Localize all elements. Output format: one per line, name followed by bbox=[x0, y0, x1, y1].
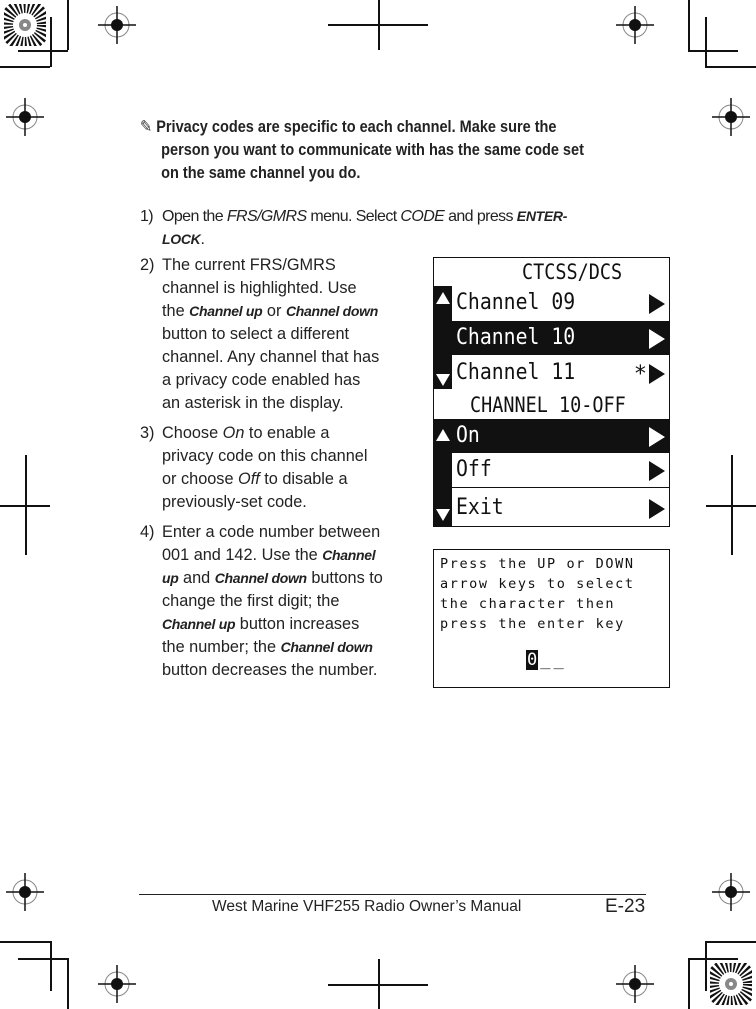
note-pencil-icon: ✎ bbox=[140, 118, 153, 136]
step-text: the bbox=[162, 302, 190, 320]
note-line: Privacy codes are specific to each chann… bbox=[156, 118, 557, 136]
option-name: Off bbox=[238, 470, 260, 488]
registration-mark-icon bbox=[6, 873, 44, 911]
channel-row[interactable]: Channel 11 * bbox=[452, 356, 669, 390]
channel-row[interactable]: Channel 09 bbox=[452, 286, 669, 320]
code-blank-digits: __ bbox=[540, 650, 567, 670]
button-name: Channel up bbox=[189, 303, 263, 319]
scroll-up-arrow-icon bbox=[436, 429, 450, 441]
step-text: or bbox=[262, 302, 286, 320]
step-text: The current FRS/GMRS bbox=[162, 256, 336, 274]
registration-mark-icon bbox=[616, 6, 654, 44]
step-4: 4) Enter a code number between 001 and 1… bbox=[140, 521, 430, 682]
lcd-code-toggle: CHANNEL 10-OFF On Off Exit bbox=[433, 389, 670, 527]
channel-row-selected[interactable]: Channel 10 bbox=[452, 321, 669, 355]
step-text: button increases bbox=[235, 615, 360, 633]
option-label: Exit bbox=[456, 495, 504, 520]
step-text: . bbox=[200, 231, 205, 248]
step-text: Choose bbox=[162, 424, 223, 442]
arrow-right-icon bbox=[649, 499, 665, 519]
registration-mark-icon bbox=[712, 873, 750, 911]
step-text: or choose bbox=[162, 470, 239, 488]
scrollbar[interactable] bbox=[434, 419, 452, 526]
arrow-right-icon bbox=[649, 294, 665, 314]
button-name: ENTER- bbox=[516, 208, 568, 224]
step-text: to enable a bbox=[244, 424, 330, 442]
step-text: a privacy code enabled has bbox=[162, 371, 361, 389]
code-entry-field[interactable]: 0 __ bbox=[526, 650, 567, 670]
step-text: button to select a different bbox=[162, 325, 350, 343]
lcd-channel-list: CTCSS/DCS Channel 09 Channel 10 Channel … bbox=[433, 257, 670, 391]
footer-divider bbox=[139, 894, 646, 895]
arrow-right-icon bbox=[649, 364, 665, 384]
menu-item-name: CODE bbox=[400, 208, 445, 225]
step-number: 1) bbox=[140, 208, 154, 225]
option-label: On bbox=[456, 423, 480, 448]
registration-mark-icon bbox=[98, 6, 136, 44]
step-text: change the first digit; the bbox=[162, 592, 340, 610]
step-2: 2) The current FRS/GMRS channel is highl… bbox=[140, 254, 430, 415]
step-number: 4) bbox=[140, 523, 155, 541]
color-bar-target-icon bbox=[4, 4, 46, 46]
entry-instructions: Press the UP or DOWN arrow keys to selec… bbox=[440, 556, 635, 632]
arrow-right-icon bbox=[649, 427, 665, 447]
step-text: and bbox=[178, 569, 215, 587]
code-cursor-digit: 0 bbox=[526, 650, 539, 670]
manual-title: West Marine VHF255 Radio Owner’s Manual bbox=[212, 898, 522, 915]
step-text: channel. Any channel that has bbox=[162, 348, 380, 366]
channel-label: Channel 09 bbox=[456, 290, 576, 315]
button-name: Channel up bbox=[162, 616, 236, 632]
scroll-down-arrow-icon bbox=[436, 509, 450, 521]
step-text: 001 and 142. Use the bbox=[162, 546, 323, 564]
screen-title: CTCSS/DCS bbox=[522, 260, 623, 284]
channel-label: Channel 10 bbox=[456, 325, 576, 350]
step-number: 3) bbox=[140, 424, 155, 442]
step-text: the number; the bbox=[162, 638, 281, 656]
color-bar-target-icon bbox=[710, 963, 752, 1005]
scroll-down-arrow-icon bbox=[436, 374, 450, 386]
option-row-off[interactable]: Off bbox=[452, 453, 669, 488]
registration-mark-icon bbox=[712, 98, 750, 136]
step-text: and press bbox=[444, 208, 517, 225]
step-3: 3) Choose On to enable a privacy code on… bbox=[140, 422, 430, 514]
step-text: to disable a bbox=[259, 470, 348, 488]
option-label: Off bbox=[456, 457, 492, 482]
step-text: menu. Select bbox=[306, 208, 401, 225]
option-row-exit[interactable]: Exit bbox=[452, 491, 669, 525]
arrow-right-icon bbox=[649, 461, 665, 481]
step-text: channel is highlighted. Use bbox=[162, 279, 357, 297]
note-line: person you want to communicate with has … bbox=[161, 141, 584, 159]
note-line: on the same channel you do. bbox=[161, 164, 361, 182]
privacy-asterisk: * bbox=[633, 362, 647, 387]
screen-title: CHANNEL 10-OFF bbox=[470, 393, 626, 417]
scrollbar[interactable] bbox=[434, 286, 452, 390]
privacy-note: ✎ Privacy codes are specific to each cha… bbox=[140, 116, 606, 185]
step-number: 2) bbox=[140, 256, 155, 274]
step-text: previously-set code. bbox=[162, 493, 307, 511]
channel-label: Channel 11 bbox=[456, 360, 576, 385]
registration-mark-icon bbox=[98, 965, 136, 1003]
button-name: up bbox=[162, 570, 179, 586]
registration-mark-icon bbox=[616, 965, 654, 1003]
step-text: Enter a code number between bbox=[162, 523, 381, 541]
step-text: buttons to bbox=[306, 569, 383, 587]
option-name: On bbox=[222, 424, 245, 442]
menu-name: FRS/GMRS bbox=[226, 208, 307, 225]
step-text: privacy code on this channel bbox=[162, 447, 368, 465]
step-1: 1) Open the FRS/GMRS menu. Select CODE a… bbox=[140, 205, 660, 251]
lcd-code-entry: Press the UP or DOWN arrow keys to selec… bbox=[433, 549, 670, 688]
option-row-on[interactable]: On bbox=[452, 419, 669, 453]
registration-mark-icon bbox=[6, 98, 44, 136]
button-name: Channel bbox=[322, 547, 376, 563]
step-text: button decreases the number. bbox=[162, 661, 378, 679]
scroll-up-arrow-icon bbox=[436, 292, 450, 304]
page-number: E-23 bbox=[605, 896, 646, 917]
button-name: LOCK bbox=[162, 231, 201, 247]
step-text: Open the bbox=[162, 208, 227, 225]
button-name: Channel down bbox=[280, 639, 373, 655]
arrow-right-icon bbox=[649, 329, 665, 349]
button-name: Channel down bbox=[285, 303, 378, 319]
step-text: an asterisk in the display. bbox=[162, 394, 344, 412]
button-name: Channel down bbox=[214, 570, 307, 586]
